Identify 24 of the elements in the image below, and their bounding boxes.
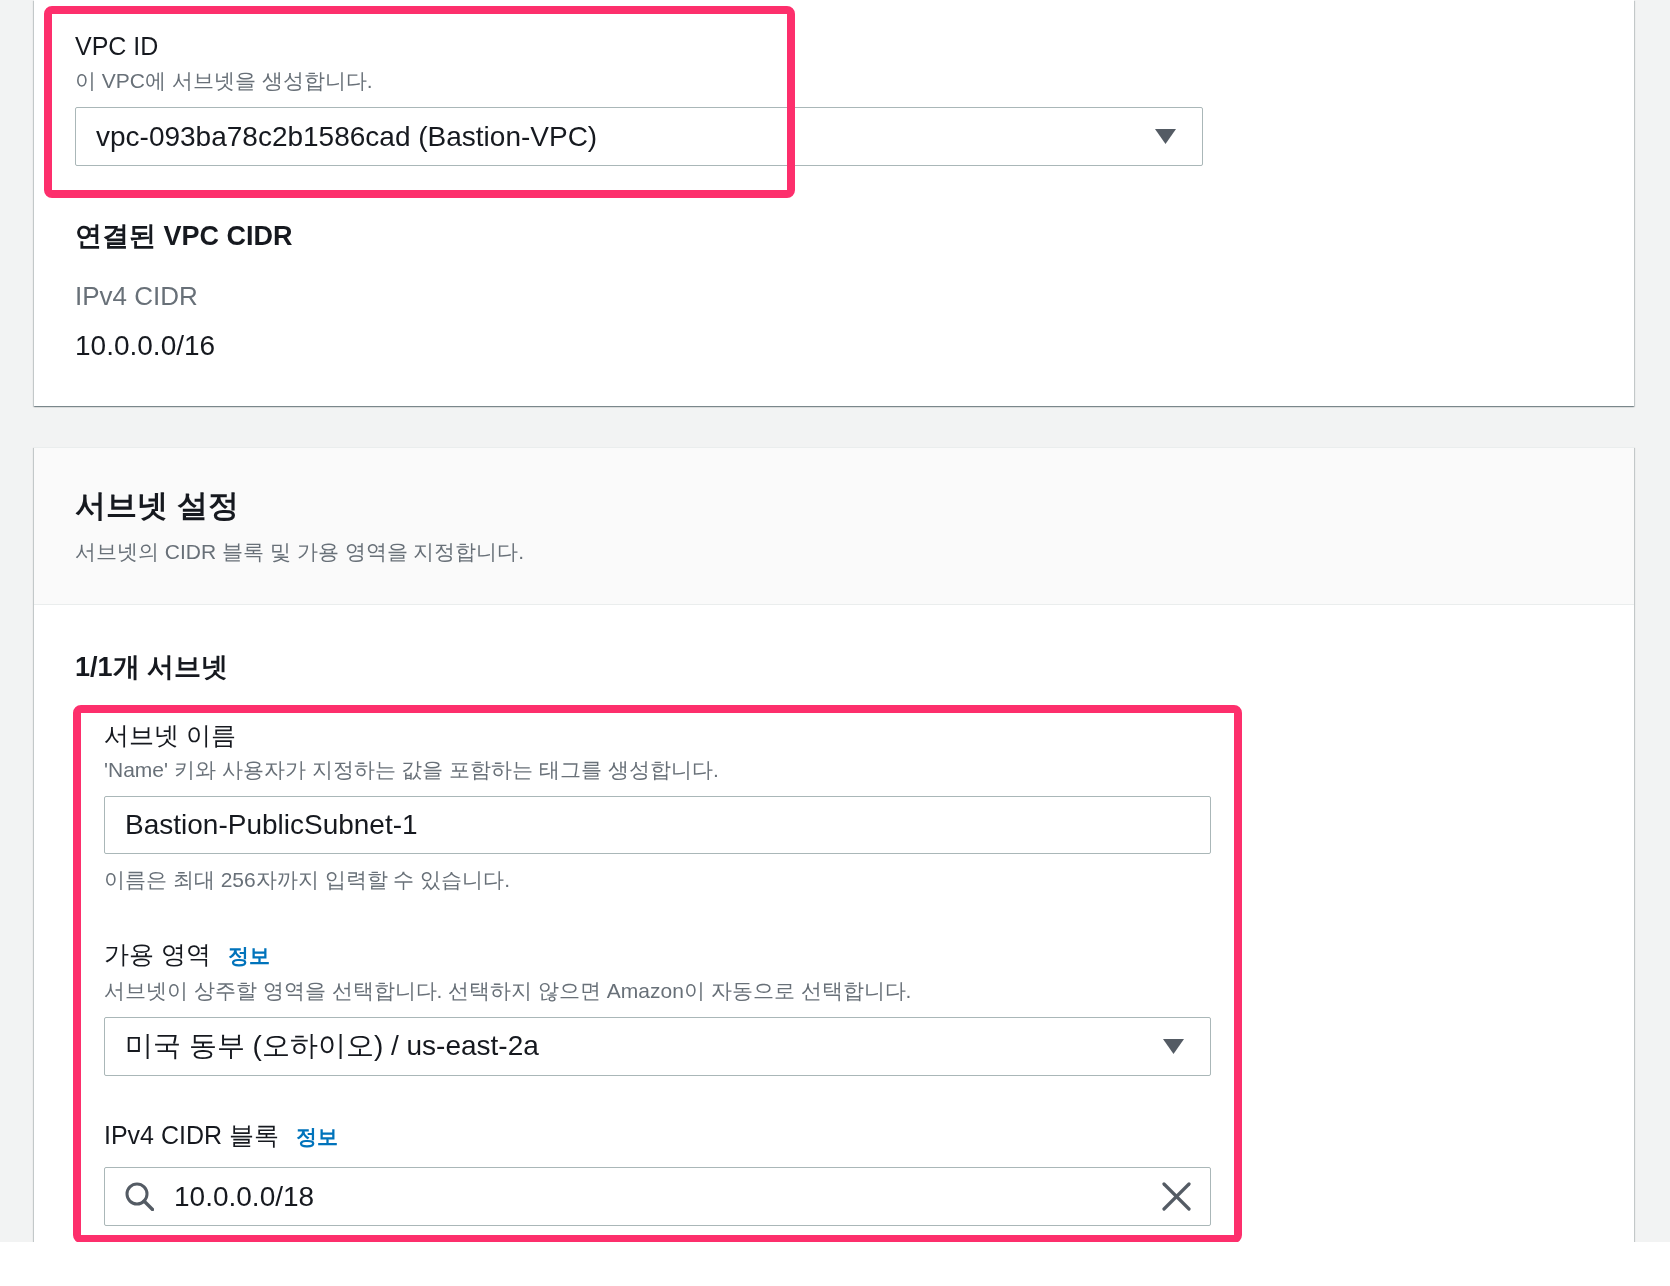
section-heading: 연결된 VPC CIDR: [75, 220, 294, 253]
subnet-count: 1/1개 서브넷: [75, 651, 230, 684]
field-label: 서브넷 이름: [104, 720, 236, 751]
field-description: 서브넷이 상주할 영역을 선택합니다. 선택하지 않으면 Amazon이 자동으로 선택합니다.: [104, 977, 913, 1004]
field-label: IPv4 CIDR 블록: [104, 1119, 280, 1151]
field-label: 가용 영역: [104, 939, 211, 970]
field-description: 이 VPC에 서브넷을 생성합니다.: [75, 68, 374, 94]
field-label: IPv4 CIDR: [75, 280, 199, 313]
info-link[interactable]: 정보: [227, 940, 270, 972]
caret-icon: [1163, 1038, 1184, 1054]
search-icon: [125, 1182, 154, 1211]
info-link[interactable]: 정보: [296, 1120, 339, 1152]
text-input[interactable]: Bastion-PublicSubnet-1: [104, 796, 1211, 854]
card-title: 서브넷 설정: [75, 487, 240, 525]
card-description: 서브넷의 CIDR 블록 및 가용 영역을 지정합니다.: [75, 539, 526, 565]
clear-icon: [1162, 1182, 1191, 1211]
search-input[interactable]: 10.0.0.0/18: [104, 1167, 1211, 1226]
field-hint: 이름은 최대 256자까지 입력할 수 있습니다.: [104, 867, 512, 893]
dropdown-select[interactable]: 미국 동부 (오하이오) / us-east-2a: [104, 1016, 1211, 1076]
field-label: VPC ID: [75, 31, 159, 62]
dropdown-select[interactable]: vpc-093ba78c2b1586cad (Bastion-VPC): [75, 107, 1203, 166]
caret-icon: [1155, 129, 1176, 144]
field-value: 10.0.0.0/16: [75, 329, 217, 363]
field-description: 'Name' 키와 사용자가 지정하는 값을 포함하는 태그를 생성합니다.: [104, 757, 720, 783]
